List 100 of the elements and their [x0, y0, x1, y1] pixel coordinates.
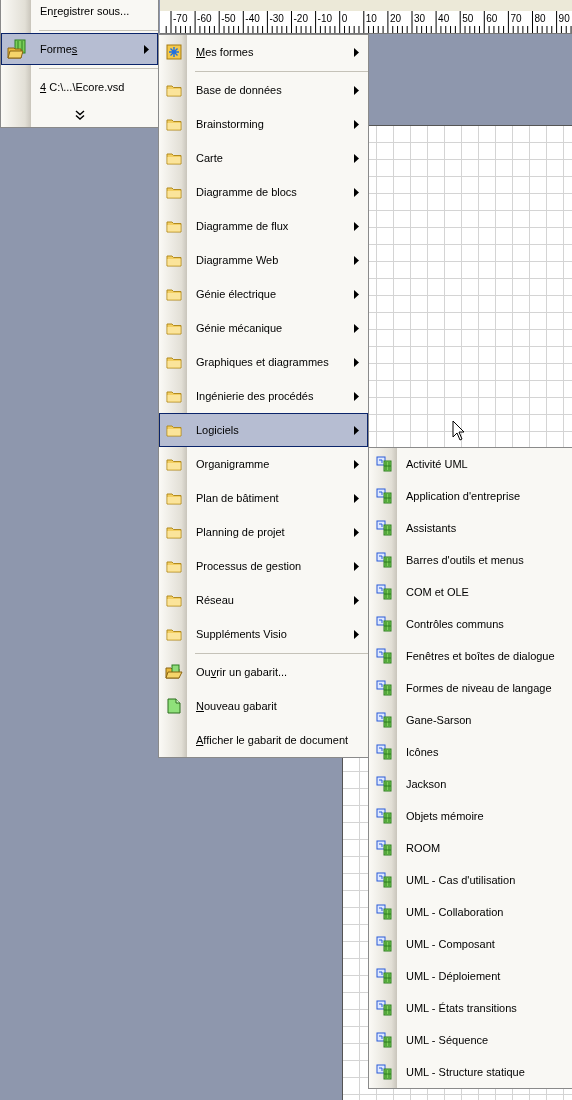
- menu-item[interactable]: UML - Collaboration: [369, 896, 572, 928]
- stencil-icon: [376, 776, 392, 792]
- stencil-icon: [376, 840, 392, 856]
- menu-item[interactable]: Génie mécanique: [159, 311, 368, 345]
- chevron-icon[interactable]: [74, 110, 85, 120]
- menu-item[interactable]: UML - États transitions: [369, 992, 572, 1024]
- menu-item[interactable]: Planning de projet: [159, 515, 368, 549]
- submenu-arrow-icon: [354, 153, 359, 163]
- stencil-icon: [376, 1032, 392, 1048]
- menu-item[interactable]: Fenêtres et boîtes de dialogue: [369, 640, 572, 672]
- submenu-arrow-icon: [354, 425, 359, 435]
- ruler-label: 30: [414, 13, 426, 24]
- menu-item[interactable]: Plan de bâtiment: [159, 481, 368, 515]
- menu-item[interactable]: Organigramme: [159, 447, 368, 481]
- menu-item[interactable]: UML - Déploiement: [369, 960, 572, 992]
- menu-item[interactable]: Activité UML: [369, 448, 572, 480]
- menu-item[interactable]: Application d'entreprise: [369, 480, 572, 512]
- menu-item[interactable]: Base de données: [159, 73, 368, 107]
- cursor-icon: [452, 420, 465, 441]
- menu-item[interactable]: Processus de gestion: [159, 549, 368, 583]
- folder-icon: [166, 151, 182, 165]
- menu-item[interactable]: UML - Cas d'utilisation: [369, 864, 572, 896]
- folder-icon: [166, 559, 182, 573]
- menu-item[interactable]: Formes: [1, 33, 158, 65]
- submenu-arrow-icon: [354, 255, 359, 265]
- ruler-label: -60: [197, 13, 212, 24]
- stencil-icon: [376, 648, 392, 664]
- menu-item[interactable]: Réseau: [159, 583, 368, 617]
- menu-item[interactable]: Icônes: [369, 736, 572, 768]
- menu-item[interactable]: 4 C:\...\Ecore.vsd: [1, 71, 158, 103]
- submenu-arrow-icon: [354, 493, 359, 503]
- menu-item[interactable]: Ingénierie des procédés: [159, 379, 368, 413]
- menu-item[interactable]: Objets mémoire: [369, 800, 572, 832]
- menu-item[interactable]: Ouvrir un gabarit...: [159, 655, 368, 689]
- menu-item[interactable]: Mes formes: [159, 35, 368, 69]
- submenu-arrow-icon: [354, 47, 359, 57]
- stencil-icon: [376, 456, 392, 472]
- submenu-arrow-icon: [144, 44, 149, 54]
- ruler-label: 0: [341, 13, 348, 24]
- menu-item[interactable]: UML - Structure statique: [369, 1056, 572, 1088]
- menu-item[interactable]: Carte: [159, 141, 368, 175]
- menu-item[interactable]: Enregistrer sous...: [1, 0, 158, 27]
- stencil-icon: [376, 552, 392, 568]
- stencil-icon: [376, 1000, 392, 1016]
- ruler-label: -70: [173, 13, 188, 24]
- menu-item[interactable]: Graphiques et diagrammes: [159, 345, 368, 379]
- folder-icon: [166, 321, 182, 335]
- submenu-arrow-icon: [354, 357, 359, 367]
- ruler-label: 50: [462, 13, 474, 24]
- folder-icon: [166, 389, 182, 403]
- menu-item[interactable]: Afficher le gabarit de document: [159, 723, 368, 757]
- folder-icon: [166, 219, 182, 233]
- menu-item[interactable]: Gane-Sarson: [369, 704, 572, 736]
- menu-item[interactable]: Logiciels: [159, 413, 368, 447]
- menu-item[interactable]: Diagramme Web: [159, 243, 368, 277]
- folder-icon: [166, 185, 182, 199]
- ruler-label: -30: [269, 13, 284, 24]
- shapes-icon: [7, 39, 27, 59]
- menu-item[interactable]: ROOM: [369, 832, 572, 864]
- folder-icon: [166, 253, 182, 267]
- document-icon: [167, 698, 181, 714]
- stencil-icon: [376, 488, 392, 504]
- folder-icon: [166, 627, 182, 641]
- menu-item[interactable]: Suppléments Visio: [159, 617, 368, 651]
- folder-icon: [166, 491, 182, 505]
- menu-item[interactable]: Diagramme de flux: [159, 209, 368, 243]
- menu-item[interactable]: Assistants: [369, 512, 572, 544]
- menu-item[interactable]: Brainstorming: [159, 107, 368, 141]
- ruler-label: 80: [534, 13, 546, 24]
- star-folder-icon: [166, 44, 182, 60]
- menu-item[interactable]: UML - Composant: [369, 928, 572, 960]
- menu-item[interactable]: Jackson: [369, 768, 572, 800]
- menu-item[interactable]: UML - Séquence: [369, 1024, 572, 1056]
- submenu-arrow-icon: [354, 187, 359, 197]
- stencil-icon: [376, 712, 392, 728]
- submenu-arrow-icon: [354, 119, 359, 129]
- submenu-arrow-icon: [354, 527, 359, 537]
- submenu-arrow-icon: [354, 85, 359, 95]
- submenu-arrow-icon: [354, 323, 359, 333]
- stencil-icon: [376, 584, 392, 600]
- ruler-label: 60: [486, 13, 498, 24]
- folder-icon: [166, 355, 182, 369]
- menu-item[interactable]: Barres d'outils et menus: [369, 544, 572, 576]
- stencil-icon: [376, 968, 392, 984]
- stencil-icon: [376, 904, 392, 920]
- menu-item[interactable]: COM et OLE: [369, 576, 572, 608]
- folder-icon: [166, 287, 182, 301]
- ruler-label: 20: [389, 13, 401, 24]
- menu-item[interactable]: Contrôles communs: [369, 608, 572, 640]
- folder-icon: [166, 457, 182, 471]
- menu-item[interactable]: Génie électrique: [159, 277, 368, 311]
- ruler-label: -50: [221, 13, 236, 24]
- stencil-icon: [376, 936, 392, 952]
- stencil-icon: [376, 1064, 392, 1080]
- menu-item[interactable]: Formes de niveau de langage: [369, 672, 572, 704]
- ruler-label: 70: [510, 13, 522, 24]
- stencil-icon: [376, 616, 392, 632]
- ruler-label: 40: [438, 13, 450, 24]
- menu-item[interactable]: Diagramme de blocs: [159, 175, 368, 209]
- menu-item[interactable]: Nouveau gabarit: [159, 689, 368, 723]
